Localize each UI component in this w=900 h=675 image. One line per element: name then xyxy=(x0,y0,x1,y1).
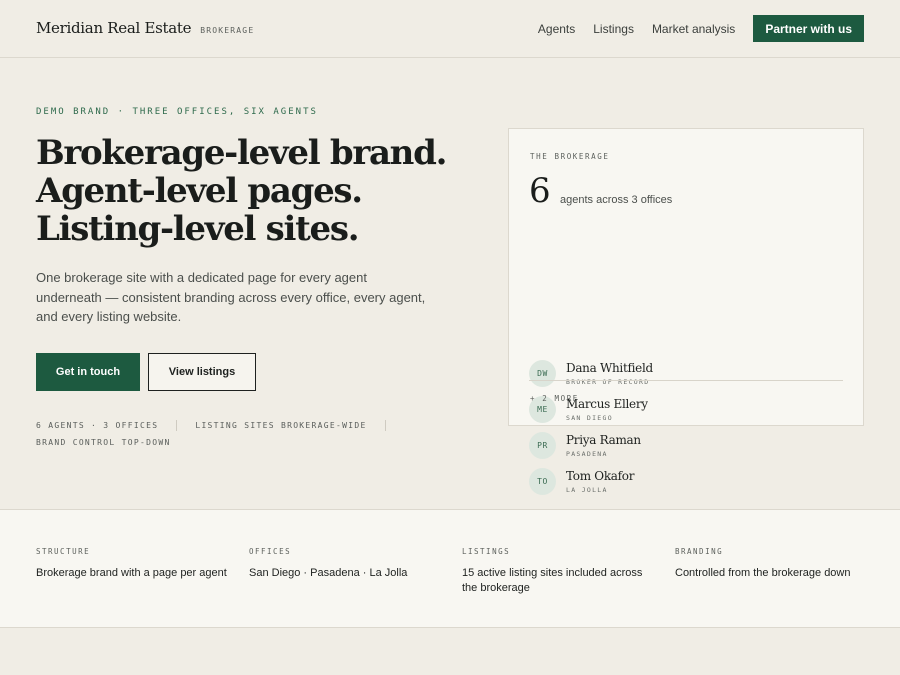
agent-count-label: agents across 3 offices xyxy=(560,194,673,206)
more-agents-link[interactable]: + 2 MORE xyxy=(530,394,579,403)
avatar: DW xyxy=(529,359,556,387)
stat-value: Brokerage brand with a page per agent xyxy=(36,567,227,579)
meta-listing-sites: LISTING SITES BROKERAGE-WIDE xyxy=(195,420,386,431)
main-nav: Agents Listings Market analysis Partner … xyxy=(538,15,864,42)
agent-role: PASADENA xyxy=(566,449,608,458)
stat-label: BRANDING xyxy=(675,547,724,556)
nav-listings[interactable]: Listings xyxy=(593,22,634,36)
stat-value: San Diego · Pasadena · La Jolla xyxy=(249,567,408,579)
get-in-touch-button[interactable]: Get in touch xyxy=(36,353,140,391)
nav-agents[interactable]: Agents xyxy=(538,22,575,36)
card-eyebrow: THE BROKERAGE xyxy=(530,152,610,161)
agent-name: Priya Raman xyxy=(566,432,641,447)
stats-strip: STRUCTURE Brokerage brand with a page pe… xyxy=(0,509,900,628)
site-header: Meridian Real Estate BROKERAGE Agents Li… xyxy=(0,0,900,58)
agent-item[interactable]: PR Priya Raman PASADENA xyxy=(529,431,849,459)
stat-label: STRUCTURE xyxy=(36,547,91,556)
agent-item[interactable]: TO Tom Okafor LA JOLLA xyxy=(529,467,849,495)
agent-role: SAN DIEGO xyxy=(566,413,613,422)
avatar: TO xyxy=(529,467,556,495)
brokerage-card: THE BROKERAGE 6 agents across 3 offices … xyxy=(508,128,864,495)
nav-market-analysis[interactable]: Market analysis xyxy=(652,22,735,36)
stat-branding: BRANDING Controlled from the brokerage d… xyxy=(675,547,875,581)
agent-item[interactable]: DW Dana Whitfield BROKER OF RECORD xyxy=(529,359,849,387)
stat-offices: OFFICES San Diego · Pasadena · La Jolla xyxy=(249,547,449,581)
stat-label: OFFICES xyxy=(249,547,292,556)
agent-count: 6 xyxy=(529,171,551,211)
brand-tag: BROKERAGE xyxy=(200,26,255,35)
stat-value: 15 active listing sites included across … xyxy=(462,567,643,594)
meta-brand-control: BRAND CONTROL TOP-DOWN xyxy=(36,438,171,447)
hero-meta: 6 AGENTS · 3 OFFICES LISTING SITES BROKE… xyxy=(36,420,466,454)
stat-listings: LISTINGS 15 active listing sites include… xyxy=(462,547,652,595)
agent-name: Dana Whitfield xyxy=(566,360,653,375)
stat-label: LISTINGS xyxy=(462,547,511,556)
agent-role: BROKER OF RECORD xyxy=(566,377,650,386)
card-divider xyxy=(529,380,843,381)
agent-role: LA JOLLA xyxy=(566,485,608,494)
partner-button[interactable]: Partner with us xyxy=(753,15,864,42)
agent-name: Tom Okafor xyxy=(566,468,635,483)
brand-logo[interactable]: Meridian Real Estate BROKERAGE xyxy=(36,19,254,37)
hero-title: Brokerage-level brand. Agent-level pages… xyxy=(36,133,447,249)
hero-subtitle: One brokerage site with a dedicated page… xyxy=(36,270,426,324)
hero-eyebrow: DEMO BRAND · THREE OFFICES, SIX AGENTS xyxy=(36,107,318,117)
avatar: PR xyxy=(529,431,556,459)
view-listings-button[interactable]: View listings xyxy=(148,353,256,391)
brand-name: Meridian Real Estate xyxy=(36,19,192,37)
stat-structure: STRUCTURE Brokerage brand with a page pe… xyxy=(36,547,236,581)
stat-value: Controlled from the brokerage down xyxy=(675,567,851,579)
meta-agents-offices: 6 AGENTS · 3 OFFICES xyxy=(36,420,178,431)
